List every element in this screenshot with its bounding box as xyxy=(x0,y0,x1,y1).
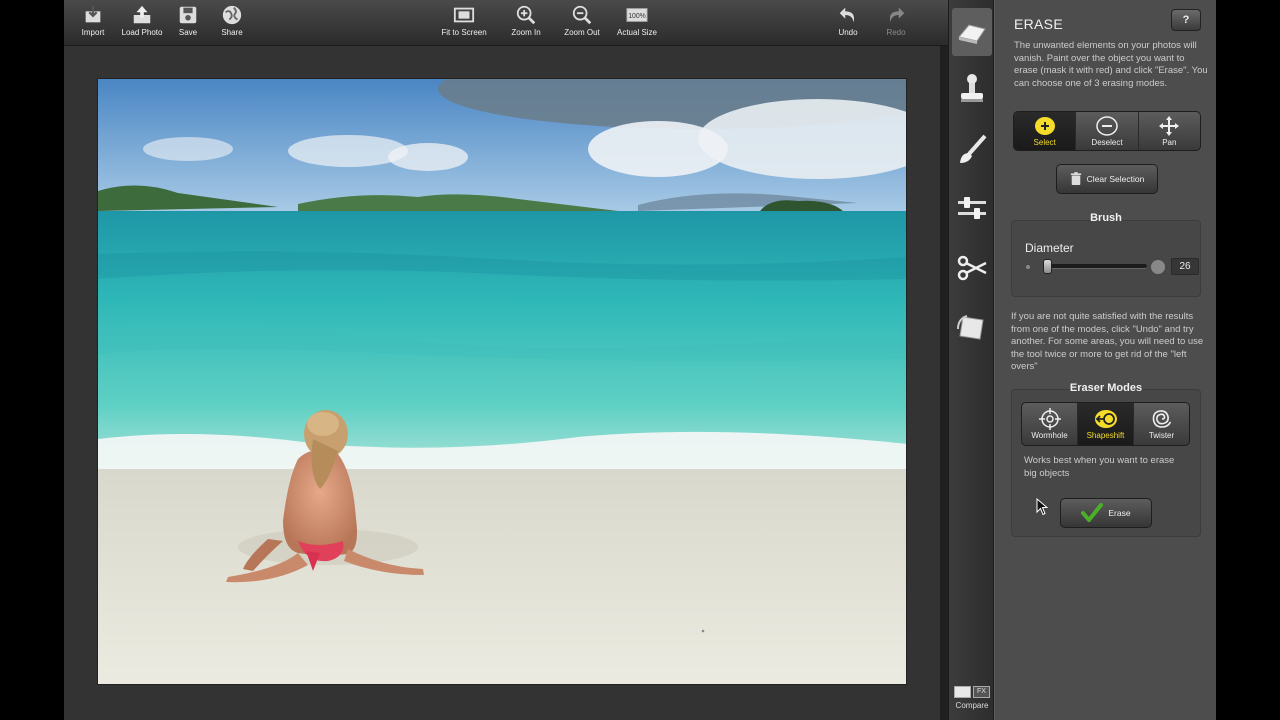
tool-scissors[interactable] xyxy=(952,244,992,292)
minus-blob-icon xyxy=(1096,116,1118,136)
tool-stamp[interactable] xyxy=(952,64,992,112)
import-label: Import xyxy=(81,28,105,37)
checkmark-icon xyxy=(1081,503,1104,522)
twister-mode-button[interactable]: Twister xyxy=(1134,403,1189,445)
select-mode-label: Select xyxy=(1033,138,1056,147)
diameter-min-icon xyxy=(1026,265,1030,269)
selection-mode-group: Select Deselect Pan xyxy=(1013,111,1201,151)
fit-to-screen-label: Fit to Screen xyxy=(441,28,487,37)
undo-label: Undo xyxy=(838,28,858,37)
brush-title: Brush xyxy=(1090,212,1122,224)
load-photo-label: Load Photo xyxy=(121,28,163,37)
pan-mode-label: Pan xyxy=(1162,138,1177,147)
actual-size-label: Actual Size xyxy=(616,28,658,37)
undo-button[interactable]: Undo xyxy=(834,4,862,42)
actual-size-icon: 100% xyxy=(626,8,648,22)
import-icon xyxy=(85,5,101,23)
zoom-in-icon xyxy=(516,5,536,25)
erase-panel: ERASE ? The unwanted elements on your ph… xyxy=(994,0,1216,720)
diameter-max-icon xyxy=(1151,260,1165,274)
tool-adjust[interactable] xyxy=(952,184,992,232)
brush-icon xyxy=(960,134,987,163)
move-arrows-icon xyxy=(1159,116,1180,136)
wormhole-mode-button[interactable]: Wormhole xyxy=(1022,403,1078,445)
save-disk-icon xyxy=(179,6,197,24)
compare-original-box xyxy=(954,686,971,698)
tool-eraser[interactable] xyxy=(952,8,992,56)
eraser-mode-group: Wormhole Shapeshift Twister xyxy=(1021,402,1190,446)
eraser-icon xyxy=(958,24,986,44)
diameter-slider-thumb[interactable] xyxy=(1043,259,1052,274)
spiral-icon xyxy=(1152,410,1171,428)
tool-brush[interactable] xyxy=(952,126,992,174)
zoom-out-icon xyxy=(572,5,592,25)
redo-label: Redo xyxy=(886,28,906,37)
compare-label: Compare xyxy=(955,701,989,710)
zoom-in-label: Zoom In xyxy=(511,28,541,37)
tool-crop[interactable] xyxy=(952,304,992,352)
fit-to-screen-button[interactable]: Fit to Screen xyxy=(437,4,491,42)
compare-fx-box: FX xyxy=(973,686,990,698)
redo-button[interactable]: Redo xyxy=(882,4,910,42)
save-label: Save xyxy=(178,28,198,37)
tool-strip: FX Compare xyxy=(948,0,994,720)
share-label: Share xyxy=(221,28,243,37)
beach-photo-image xyxy=(98,79,906,684)
mode-description: Works best when you want to erase big ob… xyxy=(1024,455,1175,479)
diameter-slider[interactable] xyxy=(1043,264,1147,269)
zoom-out-label: Zoom Out xyxy=(564,28,600,37)
share-button[interactable]: Share xyxy=(219,4,245,42)
diameter-value-field[interactable]: 26 xyxy=(1171,258,1199,275)
zoom-in-button[interactable]: Zoom In xyxy=(508,4,544,42)
erase-button[interactable]: Erase xyxy=(1060,498,1152,528)
deselect-mode-button[interactable]: Deselect xyxy=(1076,112,1139,150)
load-photo-icon xyxy=(133,5,151,24)
globe-icon xyxy=(222,5,242,25)
help-button[interactable]: ? xyxy=(1171,9,1201,31)
load-photo-button[interactable]: Load Photo xyxy=(120,4,164,42)
top-toolbar: Import Load Photo Save Share Fit to Scre… xyxy=(64,0,948,46)
clear-selection-button[interactable]: Clear Selection xyxy=(1056,164,1158,194)
compare-button[interactable]: FX Compare xyxy=(949,686,995,710)
import-button[interactable]: Import xyxy=(79,4,107,42)
redo-icon xyxy=(889,7,905,23)
shapeshift-icon xyxy=(1094,410,1117,428)
twister-mode-label: Twister xyxy=(1148,431,1175,440)
eraser-modes-title: Eraser Modes xyxy=(1069,382,1143,394)
intro-text: The unwanted elements on your photos wil… xyxy=(1014,40,1208,89)
erase-label: Erase xyxy=(1108,508,1131,518)
app-window: Import Load Photo Save Share Fit to Scre… xyxy=(64,0,1216,720)
undo-icon xyxy=(839,7,855,23)
scissors-icon xyxy=(957,255,987,281)
photo-canvas[interactable] xyxy=(64,46,940,720)
tip-text: If you are not quite satisfied with the … xyxy=(1011,311,1204,372)
actual-size-button[interactable]: 100% Actual Size xyxy=(614,4,660,42)
deselect-mode-label: Deselect xyxy=(1091,138,1123,147)
stamp-icon xyxy=(961,74,983,102)
svg-text:100%: 100% xyxy=(628,13,646,20)
select-mode-button[interactable]: Select xyxy=(1014,112,1077,150)
wormhole-mode-label: Wormhole xyxy=(1031,431,1068,440)
zoom-out-button[interactable]: Zoom Out xyxy=(560,4,604,42)
plus-blob-icon xyxy=(1034,117,1055,135)
shapeshift-mode-button[interactable]: Shapeshift xyxy=(1078,403,1134,445)
save-button[interactable]: Save xyxy=(176,4,200,42)
fit-screen-icon xyxy=(453,7,475,23)
adjust-sliders-icon xyxy=(958,197,986,219)
crosshair-icon xyxy=(1038,408,1061,430)
trash-icon xyxy=(1070,172,1081,185)
panel-title: ERASE xyxy=(1014,16,1063,32)
pan-mode-button[interactable]: Pan xyxy=(1139,112,1200,150)
mouse-pointer-icon xyxy=(1036,498,1048,516)
panel-divider xyxy=(940,46,948,720)
shapeshift-mode-label: Shapeshift xyxy=(1086,431,1125,440)
beach-photo[interactable] xyxy=(97,78,907,685)
clear-selection-label: Clear Selection xyxy=(1086,174,1145,184)
diameter-label: Diameter xyxy=(1025,241,1074,255)
crop-rotate-icon xyxy=(957,315,984,340)
